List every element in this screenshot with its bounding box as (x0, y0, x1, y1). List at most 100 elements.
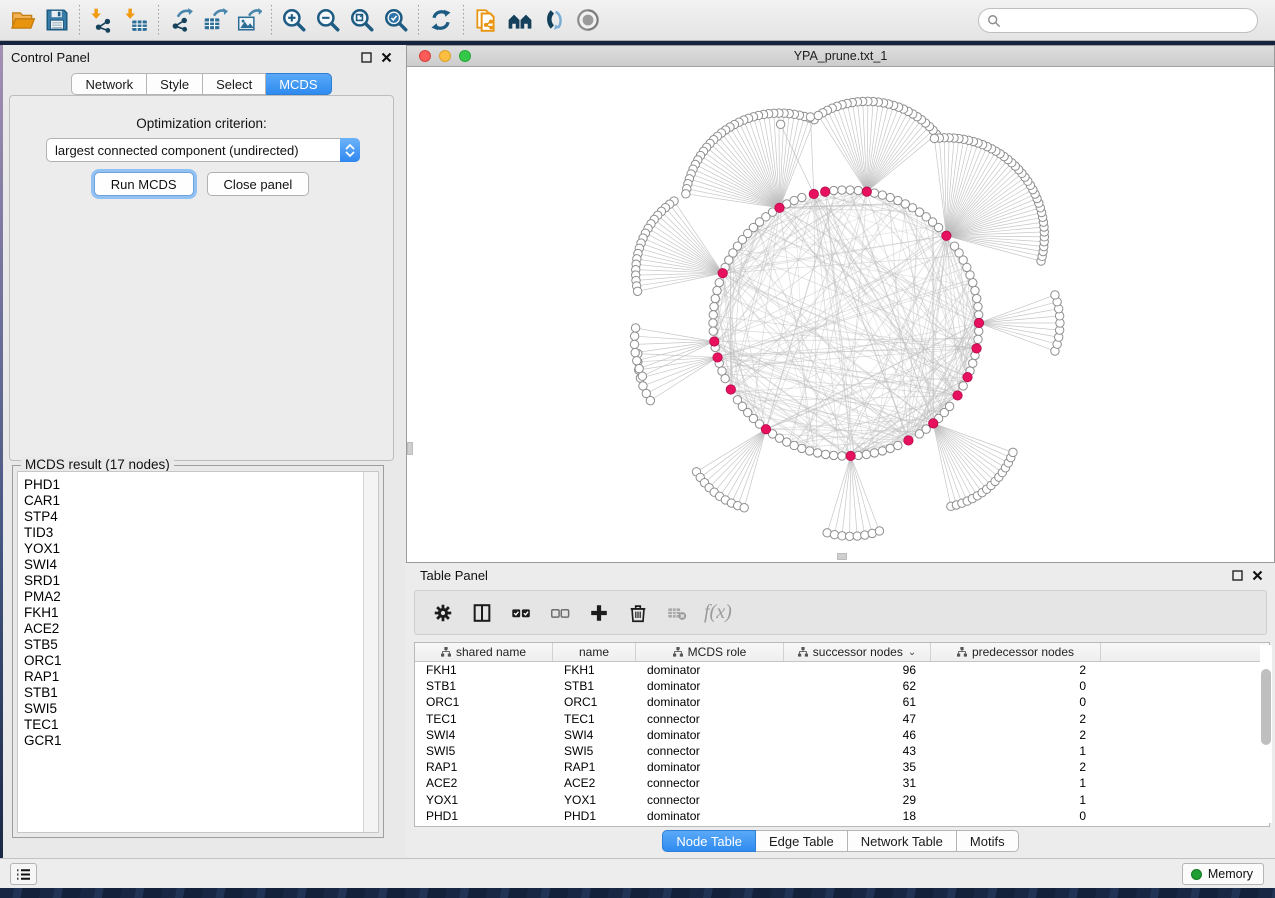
close-panel-button[interactable] (381, 52, 392, 63)
save-session-button[interactable] (40, 3, 74, 37)
mcds-result-item[interactable]: CAR1 (18, 493, 378, 509)
sort-chevron-icon[interactable]: ⌄ (908, 647, 916, 658)
float-panel-button[interactable] (361, 52, 372, 63)
column-header-successor-nodes[interactable]: successor nodes ⌄ (784, 643, 931, 661)
table-row[interactable]: YOX1YOX1connector291 (415, 792, 1269, 808)
cell-mcds-role: connector (636, 776, 784, 790)
cell-name: RAP1 (553, 760, 636, 774)
column-header-name[interactable]: name (553, 643, 636, 661)
create-column-button[interactable] (583, 597, 615, 629)
global-search-field[interactable] (978, 8, 1258, 33)
tab-select[interactable]: Select (203, 73, 266, 95)
mcds-result-item[interactable]: STB1 (18, 685, 378, 701)
mcds-result-item[interactable]: ACE2 (18, 621, 378, 637)
mcds-result-item[interactable]: FKH1 (18, 605, 378, 621)
float-table-panel-button[interactable] (1232, 570, 1243, 581)
table-options-button[interactable] (427, 597, 459, 629)
memory-button[interactable]: Memory (1182, 863, 1264, 885)
mcds-result-item[interactable]: ORC1 (18, 653, 378, 669)
mcds-result-item[interactable]: SWI5 (18, 701, 378, 717)
cell-successor-nodes: 47 (784, 712, 931, 726)
mcds-result-item[interactable]: PMA2 (18, 589, 378, 605)
delete-column-button[interactable] (622, 597, 654, 629)
new-network-from-selection-button[interactable] (469, 3, 503, 37)
toggle-graphics-details-button[interactable] (537, 3, 571, 37)
show-task-history-button[interactable] (10, 863, 37, 885)
open-file-button[interactable] (6, 3, 40, 37)
run-mcds-button[interactable]: Run MCDS (94, 172, 194, 196)
table-row[interactable]: SWI4SWI4dominator462 (415, 727, 1269, 743)
deselect-all-rows-button[interactable] (544, 597, 576, 629)
table-row[interactable]: ORC1ORC1dominator610 (415, 694, 1269, 710)
cell-successor-nodes: 43 (784, 744, 931, 758)
table-row[interactable]: PHD1PHD1dominator180 (415, 808, 1269, 824)
tab-network-table[interactable]: Network Table (848, 830, 957, 852)
tab-node-table[interactable]: Node Table (662, 830, 756, 852)
zoom-in-button[interactable] (277, 3, 311, 37)
control-panel-title: Control Panel (11, 50, 90, 65)
mcds-result-list[interactable]: PHD1CAR1STP4TID3YOX1SWI4SRD1PMA2FKH1ACE2… (17, 471, 379, 833)
network-graph[interactable] (407, 67, 1274, 562)
cell-predecessor-nodes: 2 (931, 760, 1101, 774)
delete-table-button (661, 597, 693, 629)
mcds-result-item[interactable]: STP4 (18, 509, 378, 525)
apply-layout-button[interactable] (424, 3, 458, 37)
node-type-icon (441, 647, 451, 657)
table-row[interactable]: TEC1TEC1connector472 (415, 711, 1269, 727)
search-input[interactable] (1001, 11, 1257, 31)
cell-shared-name: TEC1 (415, 712, 553, 726)
zoom-selected-button[interactable] (379, 3, 413, 37)
column-header-predecessor-nodes[interactable]: predecessor nodes (931, 643, 1101, 661)
tab-style[interactable]: Style (147, 73, 203, 95)
show-columns-button[interactable] (466, 597, 498, 629)
network-home-button[interactable] (503, 3, 537, 37)
tab-network[interactable]: Network (71, 73, 147, 95)
table-scrollbar[interactable] (1260, 645, 1272, 823)
table-row[interactable]: STB1STB1dominator620 (415, 678, 1269, 694)
table-row[interactable]: RAP1RAP1dominator352 (415, 759, 1269, 775)
zoom-out-button[interactable] (311, 3, 345, 37)
mcds-result-item[interactable]: STB5 (18, 637, 378, 653)
table-row[interactable]: ACE2ACE2connector311 (415, 775, 1269, 791)
export-image-button[interactable] (232, 3, 266, 37)
criterion-select[interactable]: largest connected component (undirected) (46, 138, 360, 162)
mcds-result-item[interactable]: TID3 (18, 525, 378, 541)
close-table-panel-button[interactable] (1252, 570, 1263, 581)
import-network-button[interactable] (85, 3, 119, 37)
close-panel-button-mcds[interactable]: Close panel (207, 172, 310, 196)
select-stepper[interactable] (340, 138, 360, 162)
table-scrollbar-thumb[interactable] (1261, 669, 1271, 745)
cell-predecessor-nodes: 1 (931, 793, 1101, 807)
show-hide-panel-button[interactable] (571, 3, 605, 37)
mcds-result-item[interactable]: YOX1 (18, 541, 378, 557)
network-vscroll-thumb[interactable] (407, 442, 413, 455)
tab-motifs[interactable]: Motifs (957, 830, 1019, 852)
import-table-button[interactable] (119, 3, 153, 37)
mcds-list-scrollbar[interactable] (363, 472, 378, 832)
column-header-mcds-role[interactable]: MCDS role (636, 643, 784, 661)
network-view-window: YPA_prune.txt_1 (406, 45, 1275, 563)
tab-mcds[interactable]: MCDS (266, 73, 331, 95)
memory-label: Memory (1208, 867, 1253, 881)
network-canvas[interactable] (407, 67, 1274, 562)
column-header-shared-name[interactable]: shared name (415, 643, 553, 661)
select-all-rows-button[interactable] (505, 597, 537, 629)
cell-predecessor-nodes: 1 (931, 744, 1101, 758)
mcds-result-item[interactable]: TEC1 (18, 717, 378, 733)
network-window-titlebar[interactable]: YPA_prune.txt_1 (407, 46, 1274, 67)
node-table: shared name name MCDS role successor nod… (414, 642, 1270, 827)
export-table-button[interactable] (198, 3, 232, 37)
network-hscroll-thumb[interactable] (837, 553, 847, 560)
column-label: predecessor nodes (972, 645, 1074, 659)
cell-mcds-role: dominator (636, 695, 784, 709)
table-row[interactable]: FKH1FKH1dominator962 (415, 662, 1269, 678)
mcds-result-item[interactable]: SWI4 (18, 557, 378, 573)
mcds-result-item[interactable]: PHD1 (18, 477, 378, 493)
export-network-button[interactable] (164, 3, 198, 37)
zoom-fit-button[interactable] (345, 3, 379, 37)
tab-edge-table[interactable]: Edge Table (756, 830, 848, 852)
mcds-result-item[interactable]: RAP1 (18, 669, 378, 685)
mcds-result-item[interactable]: GCR1 (18, 733, 378, 749)
mcds-result-item[interactable]: SRD1 (18, 573, 378, 589)
table-row[interactable]: SWI5SWI5connector431 (415, 743, 1269, 759)
